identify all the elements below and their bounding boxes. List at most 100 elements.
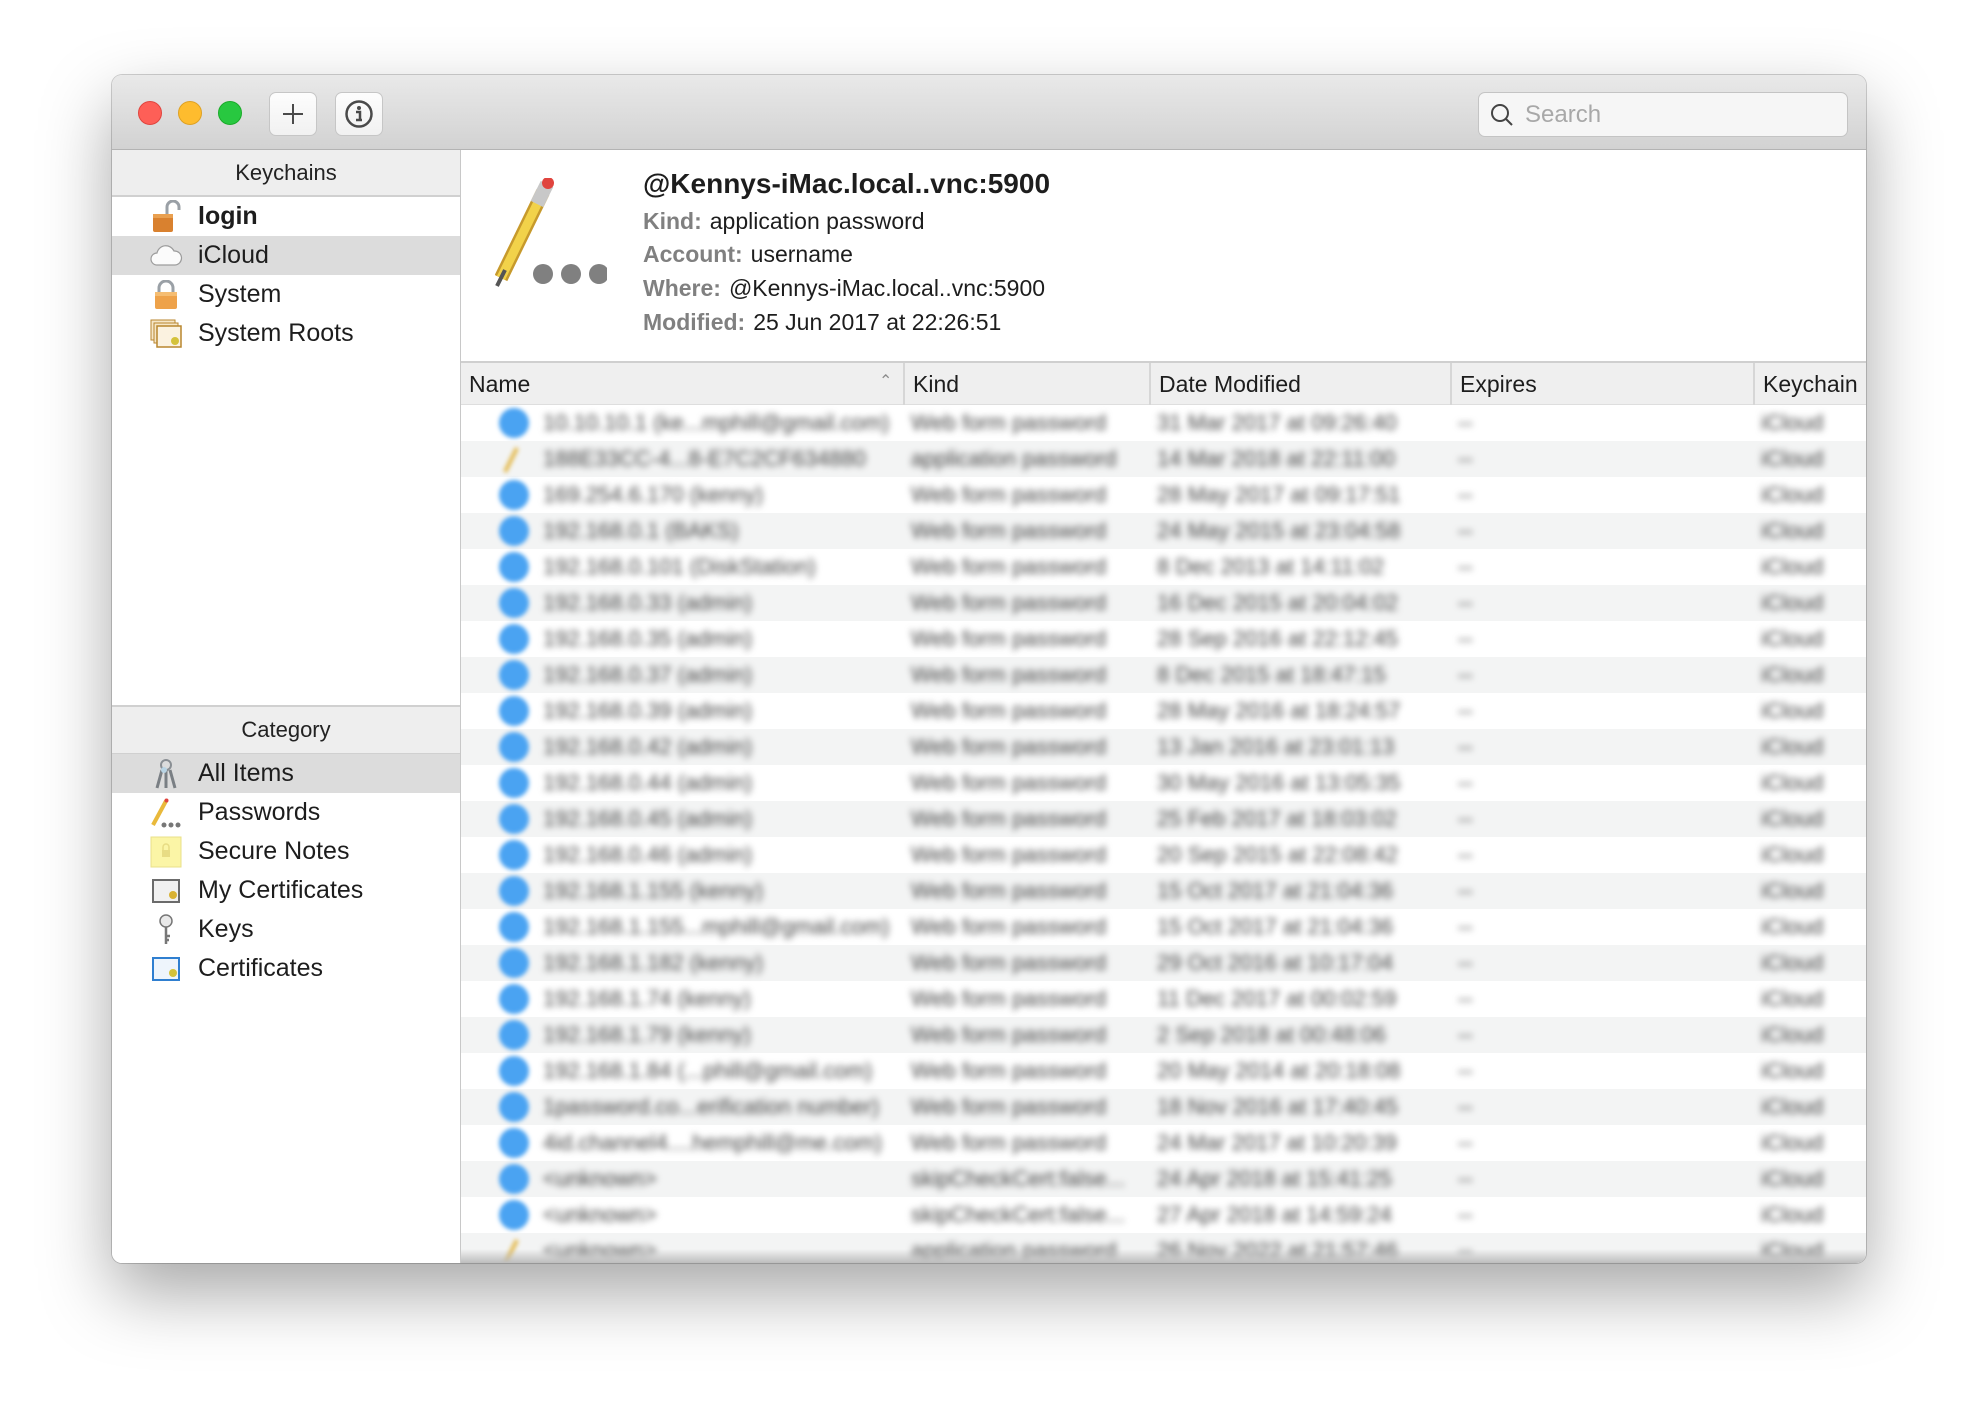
search-input[interactable] <box>1523 99 1827 130</box>
sidebar-item-certificates[interactable]: Certificates <box>112 949 460 988</box>
sidebar-item-system-roots[interactable]: System Roots <box>112 314 460 353</box>
cell-keychain: iCloud <box>1761 590 1824 615</box>
sidebar-item-label: Passwords <box>198 798 321 826</box>
cell-expires: -- <box>1458 734 1473 759</box>
column-header-kind[interactable]: Kind <box>903 363 1149 405</box>
table-row[interactable]: 192.168.0.39 (admin) Web form password 28 … <box>461 693 1866 729</box>
add-item-button[interactable] <box>269 92 317 136</box>
keys-icon <box>148 757 184 791</box>
cell-date: 2 Sep 2018 at 00:48:06 <box>1157 1022 1386 1047</box>
web-form-password-icon <box>499 1092 529 1122</box>
table-row[interactable]: 192.168.0.35 (admin) Web form password 28 … <box>461 621 1866 657</box>
sidebar-item-label: Secure Notes <box>198 837 350 865</box>
get-info-button[interactable] <box>335 92 383 136</box>
table-row[interactable]: 192.168.1.155...mphill@gmail.com) Web for… <box>461 909 1866 945</box>
web-form-password-icon <box>499 840 529 870</box>
application-password-icon <box>499 444 529 474</box>
cell-expires: -- <box>1458 698 1473 723</box>
cell-name: 1password.co...erification number) <box>543 1094 880 1119</box>
sidebar-item-icloud[interactable]: iCloud <box>112 236 460 275</box>
sidebar-item-passwords[interactable]: Passwords <box>112 793 460 832</box>
item-title: @Kennys-iMac.local..vnc:5900 <box>643 168 1051 199</box>
where-value: @Kennys-iMac.local..vnc:5900 <box>728 275 1046 301</box>
cell-keychain: iCloud <box>1761 626 1824 651</box>
table-row[interactable]: <unknown> skipCheckCert:false... 24 Apr 20… <box>461 1161 1866 1197</box>
column-header-date-modified[interactable]: Date Modified <box>1149 363 1450 405</box>
account-label: Account: <box>643 241 743 267</box>
table-row[interactable]: 192.168.0.33 (admin) Web form password 16 … <box>461 585 1866 621</box>
table-row[interactable]: 192.168.1.79 (kenny) Web form password 2 S… <box>461 1017 1866 1053</box>
key-icon <box>148 913 184 947</box>
table-row[interactable]: 192.168.1.84 (...phill@gmail.com) Web for… <box>461 1053 1866 1089</box>
kind-value: application password <box>709 208 925 234</box>
cell-date: 28 Sep 2016 at 22:12:45 <box>1157 626 1398 651</box>
table-row[interactable]: 192.168.1.74 (kenny) Web form password 11 … <box>461 981 1866 1017</box>
cell-kind: Web form password <box>911 698 1107 723</box>
cell-keychain: iCloud <box>1761 1202 1824 1227</box>
pencil-password-icon <box>148 796 184 830</box>
sidebar-item-my-certificates[interactable]: My Certificates <box>112 871 460 910</box>
sidebar-item-keys[interactable]: Keys <box>112 910 460 949</box>
table-row[interactable]: <unknown> skipCheckCert:false... 27 Apr 20… <box>461 1197 1866 1233</box>
column-label: Kind <box>913 370 960 397</box>
cell-name: 188E33CC-4...8-E7C2CF634880 <box>543 446 866 471</box>
cell-date: 20 May 2014 at 20:18:08 <box>1157 1058 1401 1083</box>
search-field[interactable] <box>1478 92 1848 137</box>
cell-keychain: iCloud <box>1761 662 1824 687</box>
table-row[interactable]: 1password.co...erification number) Web fo… <box>461 1089 1866 1125</box>
modified-value: 25 Jun 2017 at 22:26:51 <box>753 309 1002 335</box>
cell-name: 192.168.0.1 (BAKS) <box>543 518 739 543</box>
cell-kind: Web form password <box>911 950 1107 975</box>
cell-keychain: iCloud <box>1761 446 1824 471</box>
sidebar-item-login[interactable]: login <box>112 197 460 236</box>
cell-date: 25 Feb 2017 at 18:03:02 <box>1157 806 1397 831</box>
table-row[interactable]: 192.168.1.182 (kenny) Web form password 29… <box>461 945 1866 981</box>
table-row[interactable]: 192.168.1.155 (kenny) Web form password 15… <box>461 873 1866 909</box>
sidebar-item-secure-notes[interactable]: Secure Notes <box>112 832 460 871</box>
table-row[interactable]: 192.168.0.37 (admin) Web form password 8 D… <box>461 657 1866 693</box>
column-header-name[interactable]: Name ⌃ <box>461 363 903 405</box>
table-row[interactable]: 10.10.10.1 (ke...mphill@gmail.com) Web fo… <box>461 405 1866 441</box>
web-form-password-icon <box>499 480 529 510</box>
table-row[interactable]: 192.168.0.45 (admin) Web form password 25 … <box>461 801 1866 837</box>
cell-expires: -- <box>1458 410 1473 435</box>
lock-open-icon <box>148 199 184 234</box>
minimize-button[interactable] <box>178 101 202 125</box>
detail-kind: Kind: application password <box>643 208 925 235</box>
close-button[interactable] <box>138 101 162 125</box>
cell-name: 192.168.0.46 (admin) <box>543 842 753 867</box>
table-row[interactable]: 192.168.0.1 (BAKS) Web form password 24 Ma… <box>461 513 1866 549</box>
web-form-password-icon <box>499 804 529 834</box>
web-form-password-icon <box>499 624 529 654</box>
cell-kind: Web form password <box>911 590 1107 615</box>
zoom-button[interactable] <box>218 101 242 125</box>
sidebar-item-label: iCloud <box>198 241 269 269</box>
cell-name: <unknown> <box>543 1166 657 1191</box>
table-row[interactable]: 192.168.0.101 (DiskStation) Web form pass… <box>461 549 1866 585</box>
cell-name: 192.168.0.35 (admin) <box>543 626 753 651</box>
cell-name: 192.168.0.39 (admin) <box>543 698 753 723</box>
column-header-keychain[interactable]: Keychain <box>1753 363 1866 405</box>
cell-kind: Web form password <box>911 986 1107 1011</box>
sidebar-item-label: System <box>198 280 282 308</box>
cell-kind: skipCheckCert:false... <box>911 1202 1125 1227</box>
sidebar-item-all-items[interactable]: All Items <box>112 754 460 793</box>
table-row[interactable]: 192.168.0.44 (admin) Web form password 30 … <box>461 765 1866 801</box>
web-form-password-icon <box>499 1056 529 1086</box>
cell-kind: Web form password <box>911 410 1107 435</box>
cell-keychain: iCloud <box>1761 950 1824 975</box>
cell-date: 11 Dec 2017 at 00:02:59 <box>1157 986 1397 1011</box>
table-row[interactable]: 192.168.0.42 (admin) Web form password 13 … <box>461 729 1866 765</box>
table-row[interactable]: 169.254.6.170 (kenny) Web form password 28… <box>461 477 1866 513</box>
web-form-password-icon <box>499 1020 529 1050</box>
cell-date: 13 Jan 2016 at 23:01:13 <box>1157 734 1395 759</box>
where-label: Where: <box>643 275 721 301</box>
sidebar-item-system[interactable]: System <box>112 275 460 314</box>
application-password-icon <box>494 177 609 290</box>
table-row[interactable]: 4id.channel4....hemphill@me.com) Web form… <box>461 1125 1866 1161</box>
column-header-expires[interactable]: Expires <box>1450 363 1753 405</box>
category-header: Category <box>112 705 460 755</box>
table-row[interactable]: 192.168.0.46 (admin) Web form password 20 … <box>461 837 1866 873</box>
column-label: Name <box>469 370 531 397</box>
table-row[interactable]: 188E33CC-4...8-E7C2CF634880 application p… <box>461 441 1866 477</box>
